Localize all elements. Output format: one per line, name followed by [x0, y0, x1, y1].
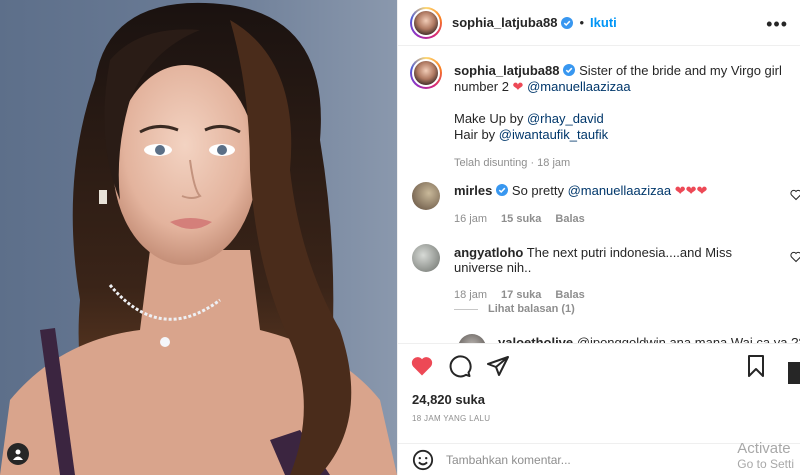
comment-avatar[interactable] [412, 244, 440, 272]
verified-badge-icon [563, 64, 576, 76]
verified-badge-icon [561, 16, 574, 29]
reply-button[interactable]: Balas [555, 213, 584, 225]
follow-button[interactable]: Ikuti [590, 15, 617, 30]
caption-mention[interactable]: @manuellaazizaa [527, 79, 631, 94]
add-comment-bar: Activate Go to Setti [398, 440, 800, 475]
activate-watermark: Activate Go to Setti [737, 440, 794, 471]
verified-badge-icon [496, 184, 509, 196]
watermark-line1: Activate [737, 440, 791, 457]
comment-input[interactable] [446, 452, 666, 467]
comment-mention[interactable]: @manuellaazizaa [568, 183, 672, 198]
reply-button[interactable]: Balas [555, 289, 584, 301]
comment-avatar[interactable] [412, 182, 440, 210]
comment-time: 16 jam [454, 213, 488, 225]
comment: angyatloho The next putri indonesia....a… [454, 245, 784, 301]
comment-username[interactable]: angyatloho [454, 245, 523, 260]
comment-likes[interactable]: 15 suka [501, 213, 541, 225]
more-icon[interactable]: ••• [766, 14, 788, 35]
separator-dot: • [579, 15, 585, 30]
send-icon[interactable] [486, 354, 510, 378]
comment-text: @iponggoldwin ana mana Wai ca ya ?? [573, 335, 800, 343]
comment-username[interactable]: mirles [454, 183, 492, 198]
user-tag-icon [13, 449, 23, 460]
likes-count[interactable]: 24,820 suka [412, 392, 485, 407]
post-details-panel: sophia_latjuba88 • Ikuti ••• sophia_latj… [397, 0, 800, 475]
user-tag-button[interactable] [7, 443, 29, 465]
comments-list[interactable]: sophia_latjuba88 Sister of the bride and… [398, 47, 800, 343]
comment-text: So pretty [508, 183, 568, 198]
view-replies-button[interactable]: Lihat balasan (1) [454, 303, 575, 315]
author-avatar[interactable] [410, 6, 442, 39]
view-replies-label: Lihat balasan (1) [488, 303, 575, 315]
author-username[interactable]: sophia_latjuba88 [452, 15, 557, 30]
comment-like-icon[interactable] [790, 189, 800, 201]
caption-avatar[interactable] [410, 57, 442, 89]
makeup-mention[interactable]: @rhay_david [527, 111, 604, 126]
post-header: sophia_latjuba88 • Ikuti ••• [398, 0, 800, 46]
comment-emoji: ❤❤❤ [671, 183, 708, 198]
comment: mirles So pretty @manuellaazizaa ❤❤❤ 16 … [454, 183, 784, 225]
bookmark-icon[interactable] [744, 354, 768, 378]
comment-username[interactable]: yaloetholive [498, 335, 573, 343]
watermark-line2: Go to Setti [737, 457, 794, 471]
hair-prefix: Hair by [454, 127, 499, 142]
portrait-image [0, 0, 397, 475]
heart-emoji: ❤ [512, 79, 524, 94]
comment-time: 18 jam [454, 289, 488, 301]
comment: yaloetholive @iponggoldwin ana mana Wai … [498, 335, 800, 343]
caption-meta: Telah disunting · 18 jam [454, 157, 571, 169]
scroll-indicator [788, 362, 800, 384]
comment-avatar[interactable] [458, 334, 486, 343]
action-bar: 24,820 suka 18 JAM YANG LALU [398, 343, 800, 443]
caption: sophia_latjuba88 Sister of the bride and… [454, 63, 794, 171]
smiley-icon[interactable] [412, 449, 434, 471]
comment-meta: 18 jam 17 suka Balas [454, 289, 784, 301]
caption-username[interactable]: sophia_latjuba88 [454, 63, 559, 78]
post-timestamp: 18 JAM YANG LALU [412, 414, 491, 423]
makeup-prefix: Make Up by [454, 111, 527, 126]
comment-likes[interactable]: 17 suka [501, 289, 541, 301]
heart-icon[interactable] [410, 354, 434, 378]
comment-like-icon[interactable] [790, 251, 800, 263]
post-photo[interactable] [0, 0, 397, 475]
comment-meta: 16 jam 15 suka Balas [454, 213, 784, 225]
hair-mention[interactable]: @iwantaufik_taufik [499, 127, 608, 142]
comment-icon[interactable] [448, 354, 472, 378]
